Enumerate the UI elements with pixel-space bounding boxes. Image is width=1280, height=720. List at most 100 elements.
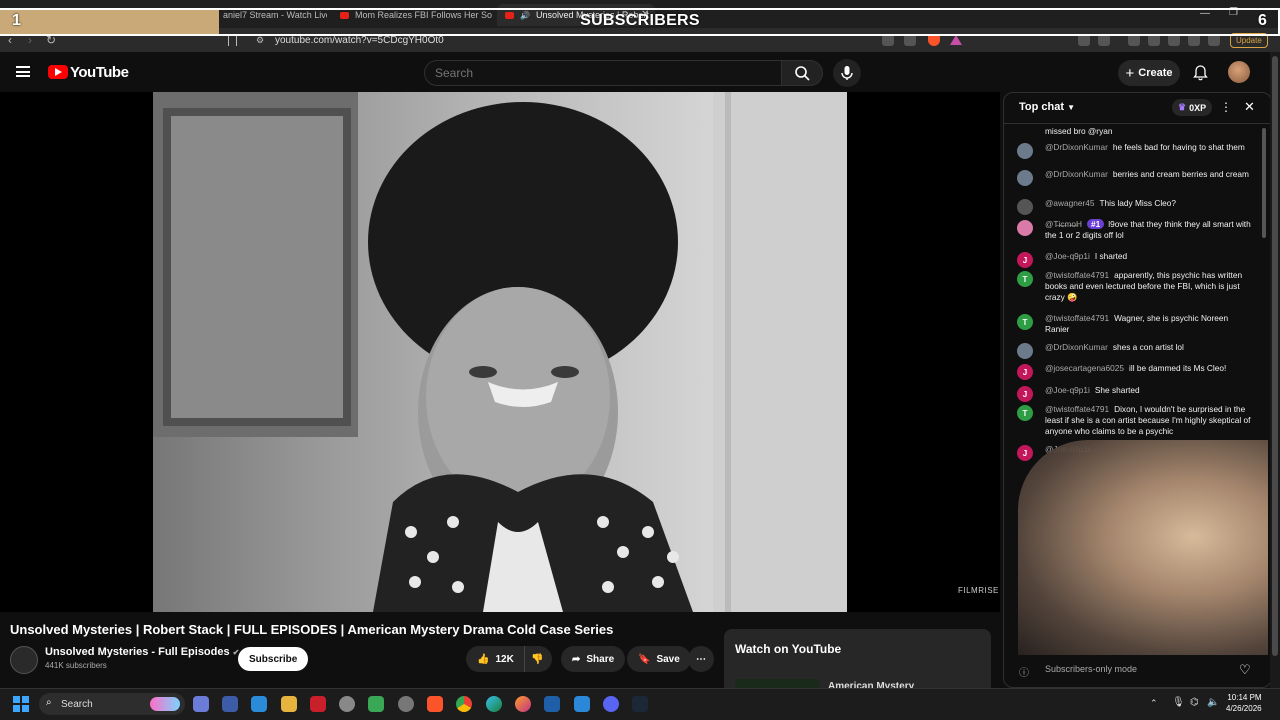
taskbar-clock[interactable]: 10:14 PM 4/26/2026	[1226, 692, 1262, 714]
chat-author[interactable]: @Joe-q9p1i	[1045, 251, 1090, 261]
create-label: Create	[1138, 67, 1173, 79]
firefox-icon[interactable]	[515, 696, 531, 712]
windows-start-icon[interactable]	[13, 696, 29, 712]
voice-search-button[interactable]	[833, 59, 861, 87]
chat-avatar[interactable]: T	[1017, 405, 1033, 421]
notifications-bell-icon[interactable]	[1192, 64, 1209, 81]
create-button[interactable]: + Create	[1118, 60, 1180, 86]
chat-message-text: shes a con artist lol	[1112, 342, 1184, 352]
search-icon	[795, 66, 810, 81]
file-explorer-icon[interactable]	[281, 696, 297, 712]
chat-author[interactable]: @DrDixonKumar	[1045, 342, 1108, 352]
recommendation-thumbnail[interactable]	[735, 679, 819, 688]
dislike-button[interactable]: 👎	[524, 646, 552, 672]
app-icon[interactable]	[368, 696, 384, 712]
app-icon[interactable]	[544, 696, 560, 712]
app-icon[interactable]	[222, 696, 238, 712]
youtube-logo-text[interactable]: YouTube	[70, 64, 129, 81]
hamburger-menu-icon[interactable]	[16, 66, 30, 77]
info-icon[interactable]: ⓘ	[1019, 664, 1029, 679]
chat-author[interactable]: @twistoffate4791	[1045, 270, 1109, 280]
share-button[interactable]: ➦ Share	[561, 646, 626, 672]
microphone-tray-icon[interactable]: 🎙	[1172, 697, 1185, 708]
chat-message-text: ill be dammed its Ms Cleo!	[1129, 363, 1227, 373]
thumbs-up-icon: 👍	[477, 653, 490, 665]
task-view-icon[interactable]	[193, 696, 209, 712]
chrome-icon[interactable]	[456, 696, 472, 712]
channel-name[interactable]: Unsolved Mysteries - Full Episodes ✔	[45, 646, 239, 658]
chat-message: T @twistoffate4791 Dixon, I wouldn't be s…	[1017, 404, 1253, 437]
youtube-logo-icon[interactable]	[48, 65, 68, 79]
clock-time: 10:14 PM	[1227, 693, 1262, 702]
chat-avatar[interactable]	[1017, 199, 1033, 215]
top-chat-dropdown[interactable]: Top chat ▼	[1019, 101, 1075, 113]
site-info-icon[interactable]: ⚙	[256, 35, 264, 46]
chat-avatar[interactable]	[1017, 143, 1033, 159]
chat-input-placeholder[interactable]: Subscribers-only mode	[1045, 664, 1137, 674]
chat-message-text: berries and cream berries and cream	[1112, 169, 1249, 179]
webcam-overlay	[1018, 440, 1268, 655]
discord-icon[interactable]	[603, 696, 619, 712]
crown-icon: ♛	[1178, 102, 1187, 112]
chat-avatar[interactable]: J	[1017, 445, 1033, 461]
chat-author[interactable]: @twistoffate4791	[1045, 313, 1109, 323]
heart-icon[interactable]: ♡	[1239, 662, 1251, 678]
like-button[interactable]: 👍 12K	[466, 646, 524, 672]
chat-avatar[interactable]: J	[1017, 252, 1033, 268]
chat-author[interactable]: @josecartagena6025	[1045, 363, 1124, 373]
share-icon: ➦	[572, 653, 581, 665]
video-frame[interactable]	[153, 92, 847, 612]
search-button[interactable]	[781, 60, 823, 86]
chat-message-text: She sharted	[1094, 385, 1140, 395]
taskbar-search-label: Search	[61, 698, 93, 710]
edge-icon[interactable]	[486, 696, 502, 712]
points-badge[interactable]: ♛ 0XP	[1172, 99, 1213, 116]
chat-author[interactable]: @DrDixonKumar	[1045, 169, 1108, 179]
app-icon[interactable]	[398, 696, 414, 712]
microphone-icon	[841, 66, 853, 80]
channel-avatar[interactable]	[10, 646, 38, 674]
chat-author[interactable]: @T̶i̶c̶m̶o̶H	[1045, 219, 1082, 229]
app-icon[interactable]	[339, 696, 355, 712]
chat-author[interactable]: @twistoffate4791	[1045, 404, 1109, 414]
account-avatar[interactable]	[1228, 61, 1250, 83]
chat-scrollbar[interactable]	[1262, 128, 1266, 238]
chat-avatar[interactable]: J	[1017, 364, 1033, 380]
chat-avatar[interactable]	[1017, 220, 1033, 236]
chat-message: J @josecartagena6025 ill be dammed its Ms…	[1017, 363, 1253, 380]
tray-chevron-icon[interactable]: ⌃	[1150, 698, 1158, 709]
close-chat-icon[interactable]: ✕	[1244, 99, 1255, 115]
news-app-icon[interactable]	[310, 696, 326, 712]
steam-icon[interactable]	[632, 696, 648, 712]
chat-more-icon[interactable]: ⋮	[1220, 100, 1232, 114]
chat-avatar[interactable]	[1017, 343, 1033, 359]
vscode-icon[interactable]	[574, 696, 590, 712]
chat-author[interactable]: @awagner45	[1045, 198, 1094, 208]
network-icon[interactable]: ⌬	[1190, 697, 1199, 708]
app-icon[interactable]	[251, 696, 267, 712]
search-input[interactable]	[424, 60, 782, 86]
chat-author[interactable]: @Joe-q9p1i	[1045, 385, 1090, 395]
subscribe-button[interactable]: Subscribe	[238, 647, 309, 671]
more-icon: ⋯	[696, 653, 706, 665]
chat-message: J @Joe-q9p1i She sharted	[1017, 385, 1253, 402]
url-text[interactable]: youtube.com/watch?v=5CDcgYH0Ot0	[275, 35, 444, 46]
chat-author[interactable]: @DrDixonKumar	[1045, 142, 1108, 152]
page-scrollbar-thumb[interactable]	[1272, 56, 1278, 656]
member-badge: #1	[1087, 219, 1105, 229]
chat-avatar[interactable]	[1017, 170, 1033, 186]
chat-avatar[interactable]: J	[1017, 386, 1033, 402]
brave-rewards-icon[interactable]	[950, 35, 962, 45]
chat-message: @DrDixonKumar he feels bad for having to …	[1017, 142, 1253, 159]
subscriber-count: 441K subscribers	[45, 661, 107, 670]
volume-icon[interactable]: 🔈	[1207, 697, 1219, 708]
widgets-icon[interactable]	[150, 697, 180, 711]
plus-icon: +	[1125, 64, 1135, 82]
chat-avatar[interactable]: T	[1017, 314, 1033, 330]
chat-avatar[interactable]: T	[1017, 271, 1033, 287]
chat-message: @DrDixonKumar berries and cream berries a…	[1017, 169, 1253, 186]
brave-browser-icon[interactable]	[427, 696, 443, 712]
more-actions-button[interactable]: ⋯	[688, 646, 714, 672]
save-button[interactable]: 🔖 Save	[627, 646, 691, 672]
channel-name-text: Unsolved Mysteries - Full Episodes	[45, 646, 230, 658]
